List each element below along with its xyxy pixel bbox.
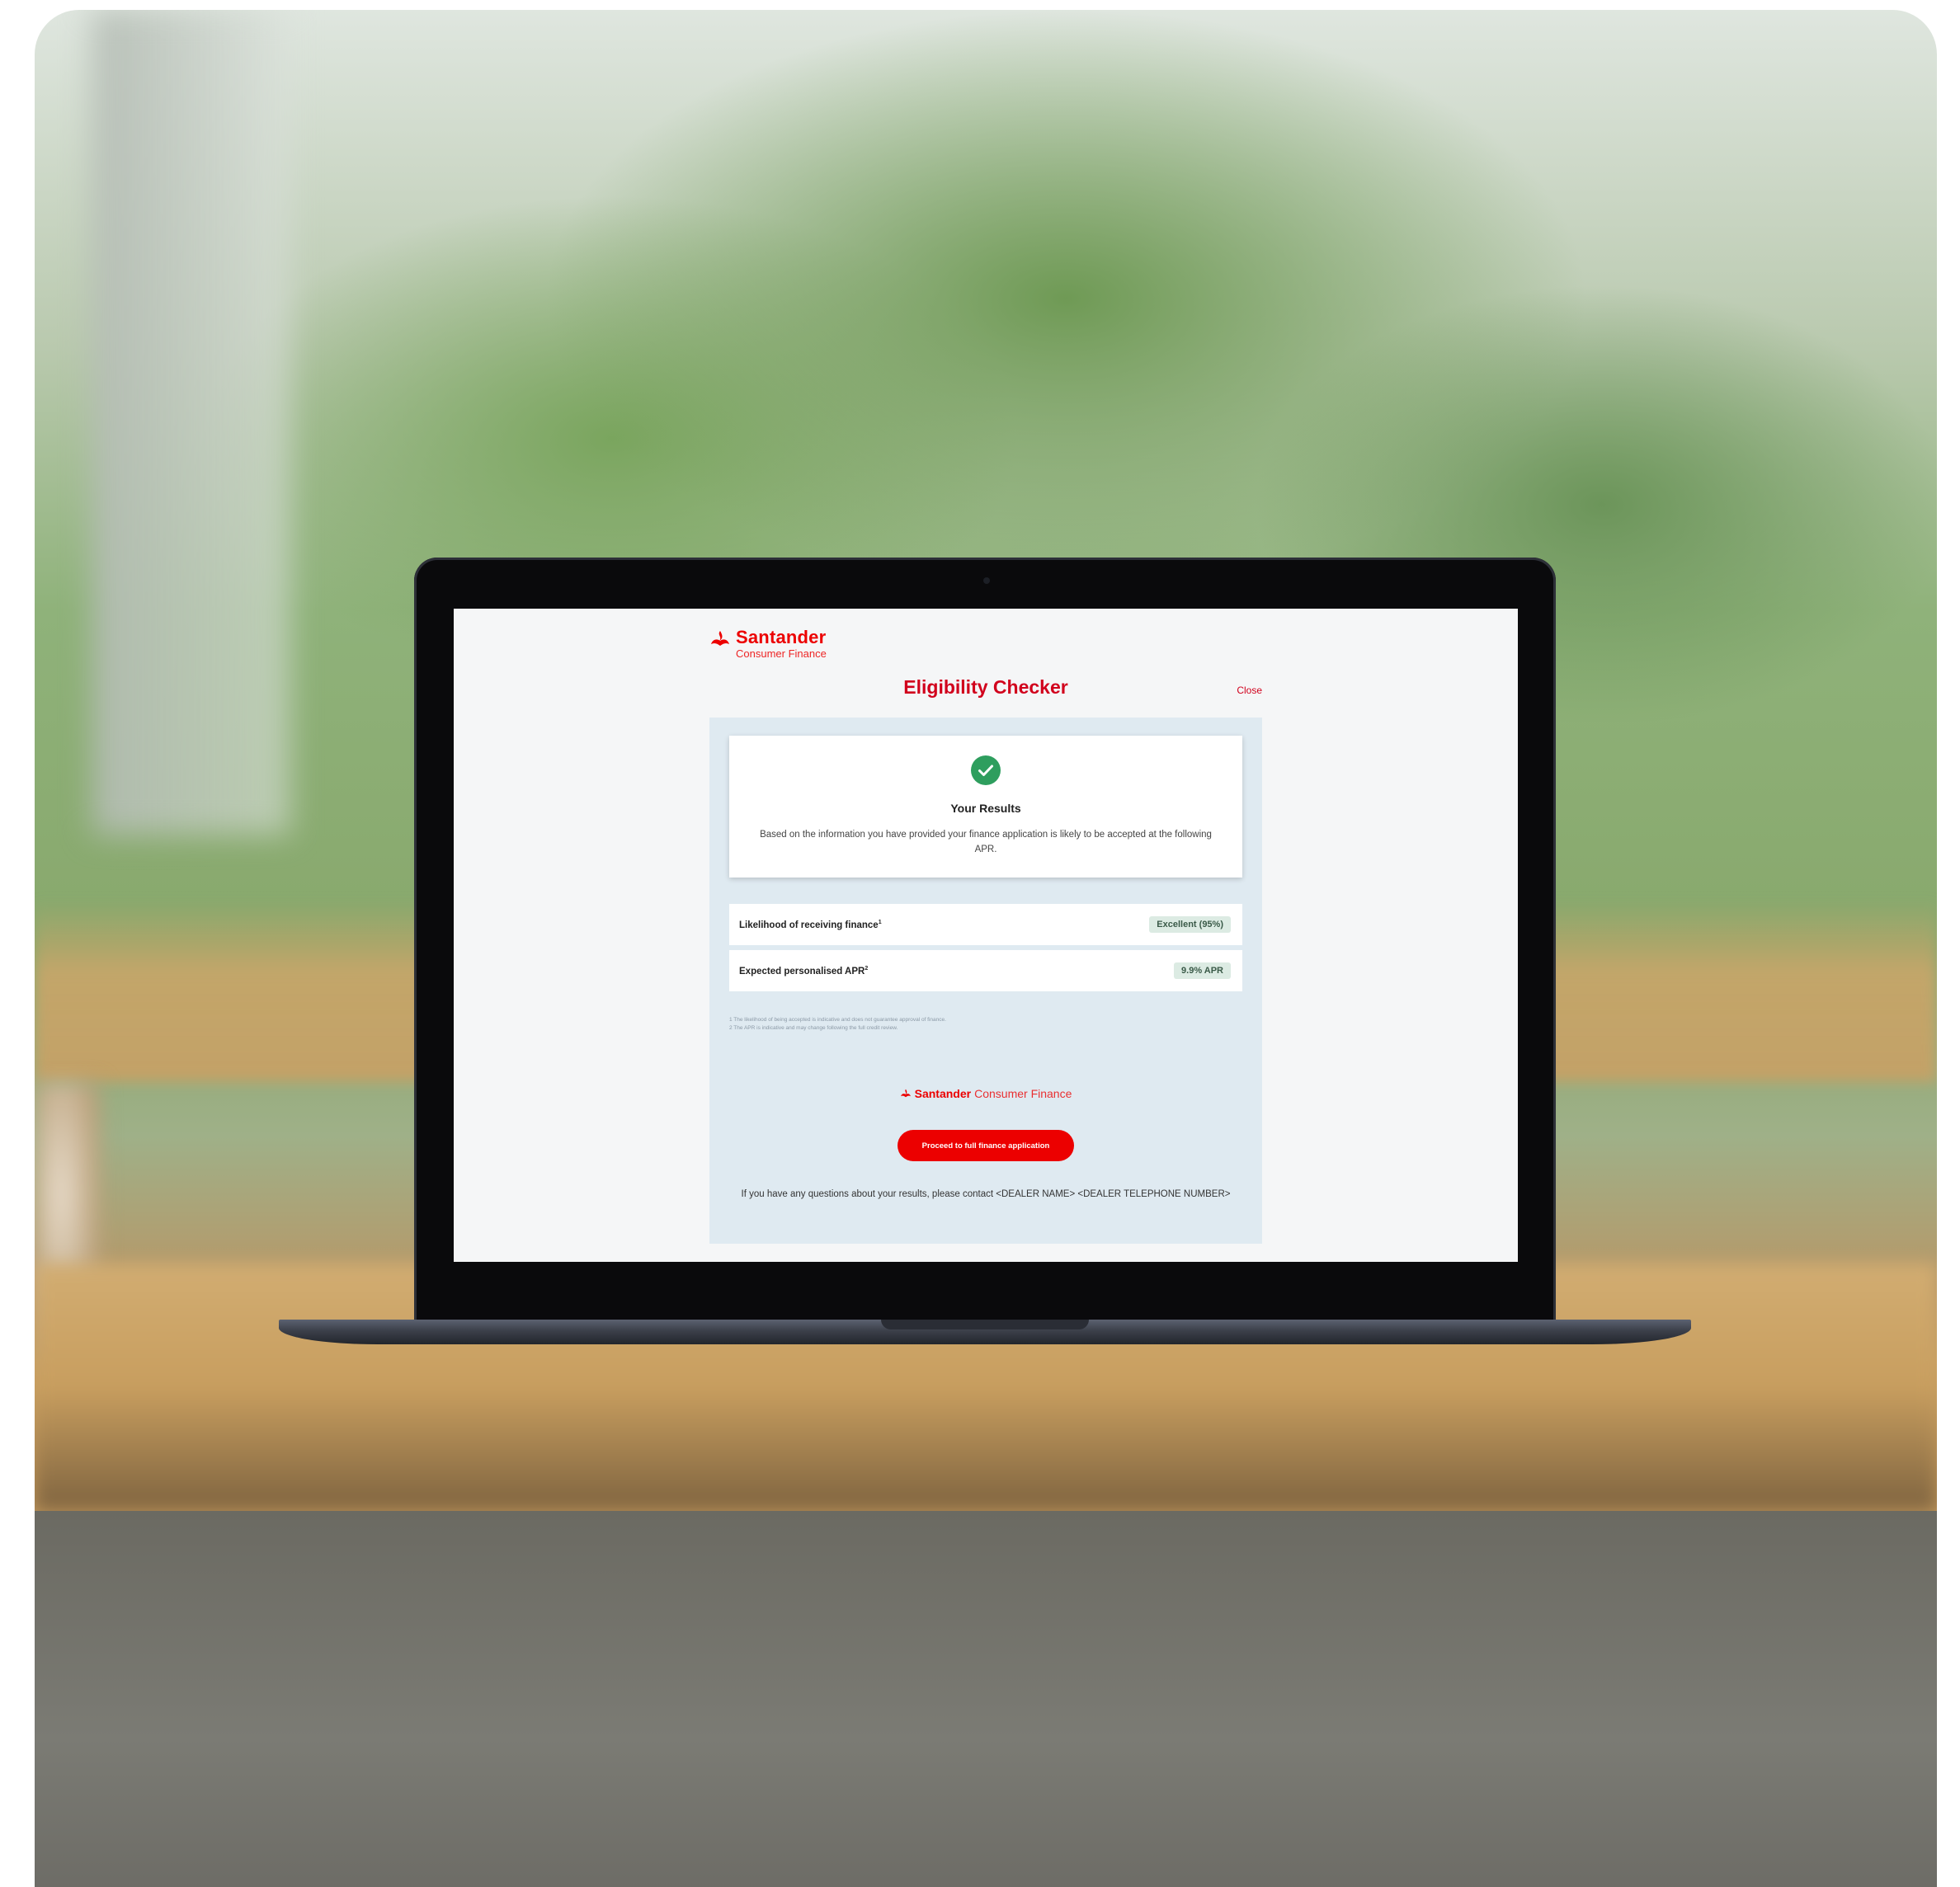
laptop-screen: Santander Consumer Finance Eligibility C… bbox=[454, 609, 1518, 1262]
footnotes: 1 The likelihood of being accepted is in… bbox=[729, 1016, 1242, 1033]
brand-subtitle: Consumer Finance bbox=[736, 647, 827, 660]
laptop-base bbox=[279, 1320, 1691, 1344]
apr-row: Expected personalised APR2 9.9% APR bbox=[729, 950, 1242, 991]
santander-logo: Santander Consumer Finance bbox=[709, 628, 827, 659]
laptop-lid: Santander Consumer Finance Eligibility C… bbox=[414, 558, 1556, 1325]
page-title: Eligibility Checker bbox=[903, 676, 1068, 698]
brand-name: Santander bbox=[736, 627, 827, 647]
footnote-1: 1 The likelihood of being accepted is in… bbox=[729, 1017, 946, 1023]
footer-brand-name: Santander bbox=[914, 1087, 972, 1100]
likelihood-badge: Excellent (95%) bbox=[1149, 916, 1231, 933]
likelihood-label: Likelihood of receiving finance1 bbox=[739, 919, 882, 930]
footer-brand-subtitle: Consumer Finance bbox=[974, 1087, 1072, 1100]
desk-front bbox=[35, 1511, 1937, 1887]
window-frame bbox=[92, 10, 290, 835]
success-check-icon bbox=[971, 755, 1001, 785]
results-panel: Your Results Based on the information yo… bbox=[709, 718, 1262, 1244]
santander-flame-icon bbox=[711, 631, 729, 646]
apr-label: Expected personalised APR2 bbox=[739, 965, 869, 976]
likelihood-row: Likelihood of receiving finance1 Excelle… bbox=[729, 904, 1242, 945]
apr-badge: 9.9% APR bbox=[1174, 962, 1231, 979]
results-description: Based on the information you have provid… bbox=[760, 830, 1212, 854]
close-link[interactable]: Close bbox=[1237, 685, 1262, 696]
eligibility-checker-app: Santander Consumer Finance Eligibility C… bbox=[709, 609, 1262, 1262]
contact-text: If you have any questions about your res… bbox=[741, 1189, 1231, 1199]
proceed-button[interactable]: Proceed to full finance application bbox=[898, 1130, 1074, 1161]
footnote-2: 2 The APR is indicative and may change f… bbox=[729, 1025, 898, 1032]
laptop-hinge-notch bbox=[881, 1320, 1089, 1329]
results-card: Your Results Based on the information yo… bbox=[729, 736, 1242, 878]
webcam bbox=[983, 577, 990, 584]
results-title: Your Results bbox=[950, 802, 1021, 815]
santander-flame-icon bbox=[900, 1089, 911, 1097]
footer-santander-logo: Santander Consumer Finance bbox=[709, 1087, 1262, 1100]
